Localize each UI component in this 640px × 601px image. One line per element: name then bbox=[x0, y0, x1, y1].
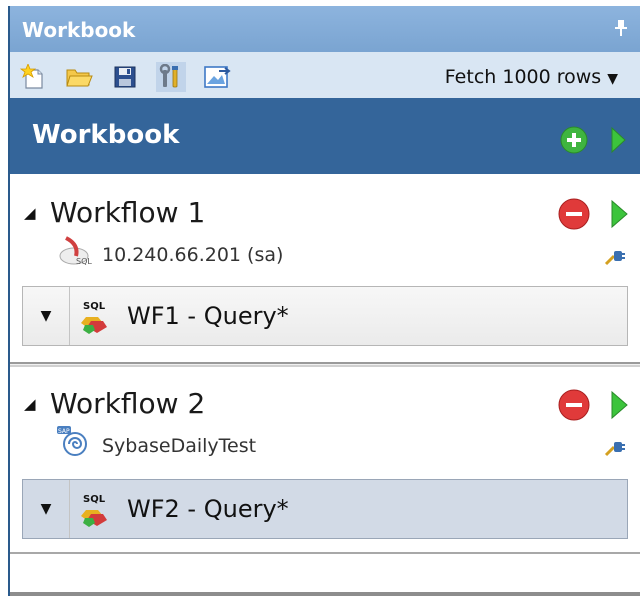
connection-plug-icon[interactable] bbox=[604, 246, 626, 270]
workflow-title: Workflow 1 bbox=[50, 196, 206, 229]
panel-bottom-border bbox=[10, 592, 640, 596]
sql-server-icon: SQL bbox=[56, 234, 92, 272]
new-workbook-button[interactable] bbox=[18, 62, 48, 92]
image-export-icon bbox=[203, 65, 231, 89]
run-workflow-button[interactable] bbox=[610, 389, 628, 425]
query-menu-caret[interactable]: ▼ bbox=[23, 480, 70, 538]
run-workflow-button[interactable] bbox=[610, 198, 628, 234]
remove-workflow-button[interactable] bbox=[558, 198, 590, 234]
play-icon bbox=[611, 126, 626, 154]
query-label: WF1 - Query* bbox=[127, 302, 289, 330]
sybase-sap-icon: SAP bbox=[56, 425, 90, 461]
workflow-1: ◢ Workflow 1 SQL 10.240.66.201 (sa) ▼ SQ… bbox=[10, 174, 640, 362]
query-label: WF2 - Query* bbox=[127, 495, 289, 523]
toolbar: Fetch 1000 rows ▼ bbox=[10, 52, 640, 99]
add-workflow-button[interactable] bbox=[560, 126, 588, 158]
svg-text:SAP: SAP bbox=[58, 428, 70, 435]
pin-icon[interactable] bbox=[614, 18, 628, 38]
remove-workflow-button[interactable] bbox=[558, 389, 590, 425]
connection-label: SybaseDailyTest bbox=[102, 435, 257, 457]
workbook-header: Workbook bbox=[10, 98, 640, 174]
svg-text:SQL: SQL bbox=[83, 494, 106, 505]
connection-plug-icon[interactable] bbox=[604, 437, 626, 461]
add-icon bbox=[560, 126, 588, 154]
collapse-triangle-icon[interactable]: ◢ bbox=[24, 395, 36, 413]
svg-text:SQL: SQL bbox=[83, 301, 106, 312]
run-all-button[interactable] bbox=[610, 126, 626, 158]
remove-icon bbox=[558, 198, 590, 230]
remove-icon bbox=[558, 389, 590, 421]
wrench-tools-icon bbox=[158, 64, 184, 90]
fetch-rows-label: Fetch 1000 rows bbox=[444, 66, 602, 88]
workflow-2: ◢ Workflow 2 SAP SybaseDailyTest ▼ SQL W… bbox=[10, 367, 640, 552]
panel-title: Workbook bbox=[22, 18, 136, 42]
query-item[interactable]: ▼ SQL WF2 - Query* bbox=[22, 479, 628, 539]
fetch-rows-dropdown[interactable]: Fetch 1000 rows ▼ bbox=[445, 66, 618, 88]
play-icon bbox=[611, 199, 628, 229]
workbook-panel: Workbook Fetch 1000 rows ▼ Workbook ◢ Wo… bbox=[8, 6, 640, 596]
sql-query-icon: SQL bbox=[81, 297, 111, 339]
chevron-down-icon: ▼ bbox=[607, 71, 618, 87]
open-button[interactable] bbox=[64, 62, 94, 92]
folder-open-icon bbox=[65, 65, 93, 89]
collapse-triangle-icon[interactable]: ◢ bbox=[24, 204, 36, 222]
sql-query-icon: SQL bbox=[81, 490, 111, 532]
workflow-title: Workflow 2 bbox=[50, 387, 206, 420]
panel-title-bar: Workbook bbox=[10, 6, 640, 52]
query-item[interactable]: ▼ SQL WF1 - Query* bbox=[22, 286, 628, 346]
panel-divider bbox=[10, 552, 640, 554]
svg-text:SQL: SQL bbox=[76, 257, 92, 266]
floppy-disk-icon bbox=[113, 65, 137, 89]
save-button[interactable] bbox=[110, 62, 140, 92]
export-button[interactable] bbox=[202, 62, 232, 92]
query-menu-caret[interactable]: ▼ bbox=[23, 287, 70, 345]
connection-label: 10.240.66.201 (sa) bbox=[102, 244, 284, 266]
workbook-title: Workbook bbox=[32, 120, 180, 150]
play-icon bbox=[611, 390, 628, 420]
settings-button[interactable] bbox=[156, 62, 186, 92]
new-file-star-icon bbox=[20, 64, 46, 90]
